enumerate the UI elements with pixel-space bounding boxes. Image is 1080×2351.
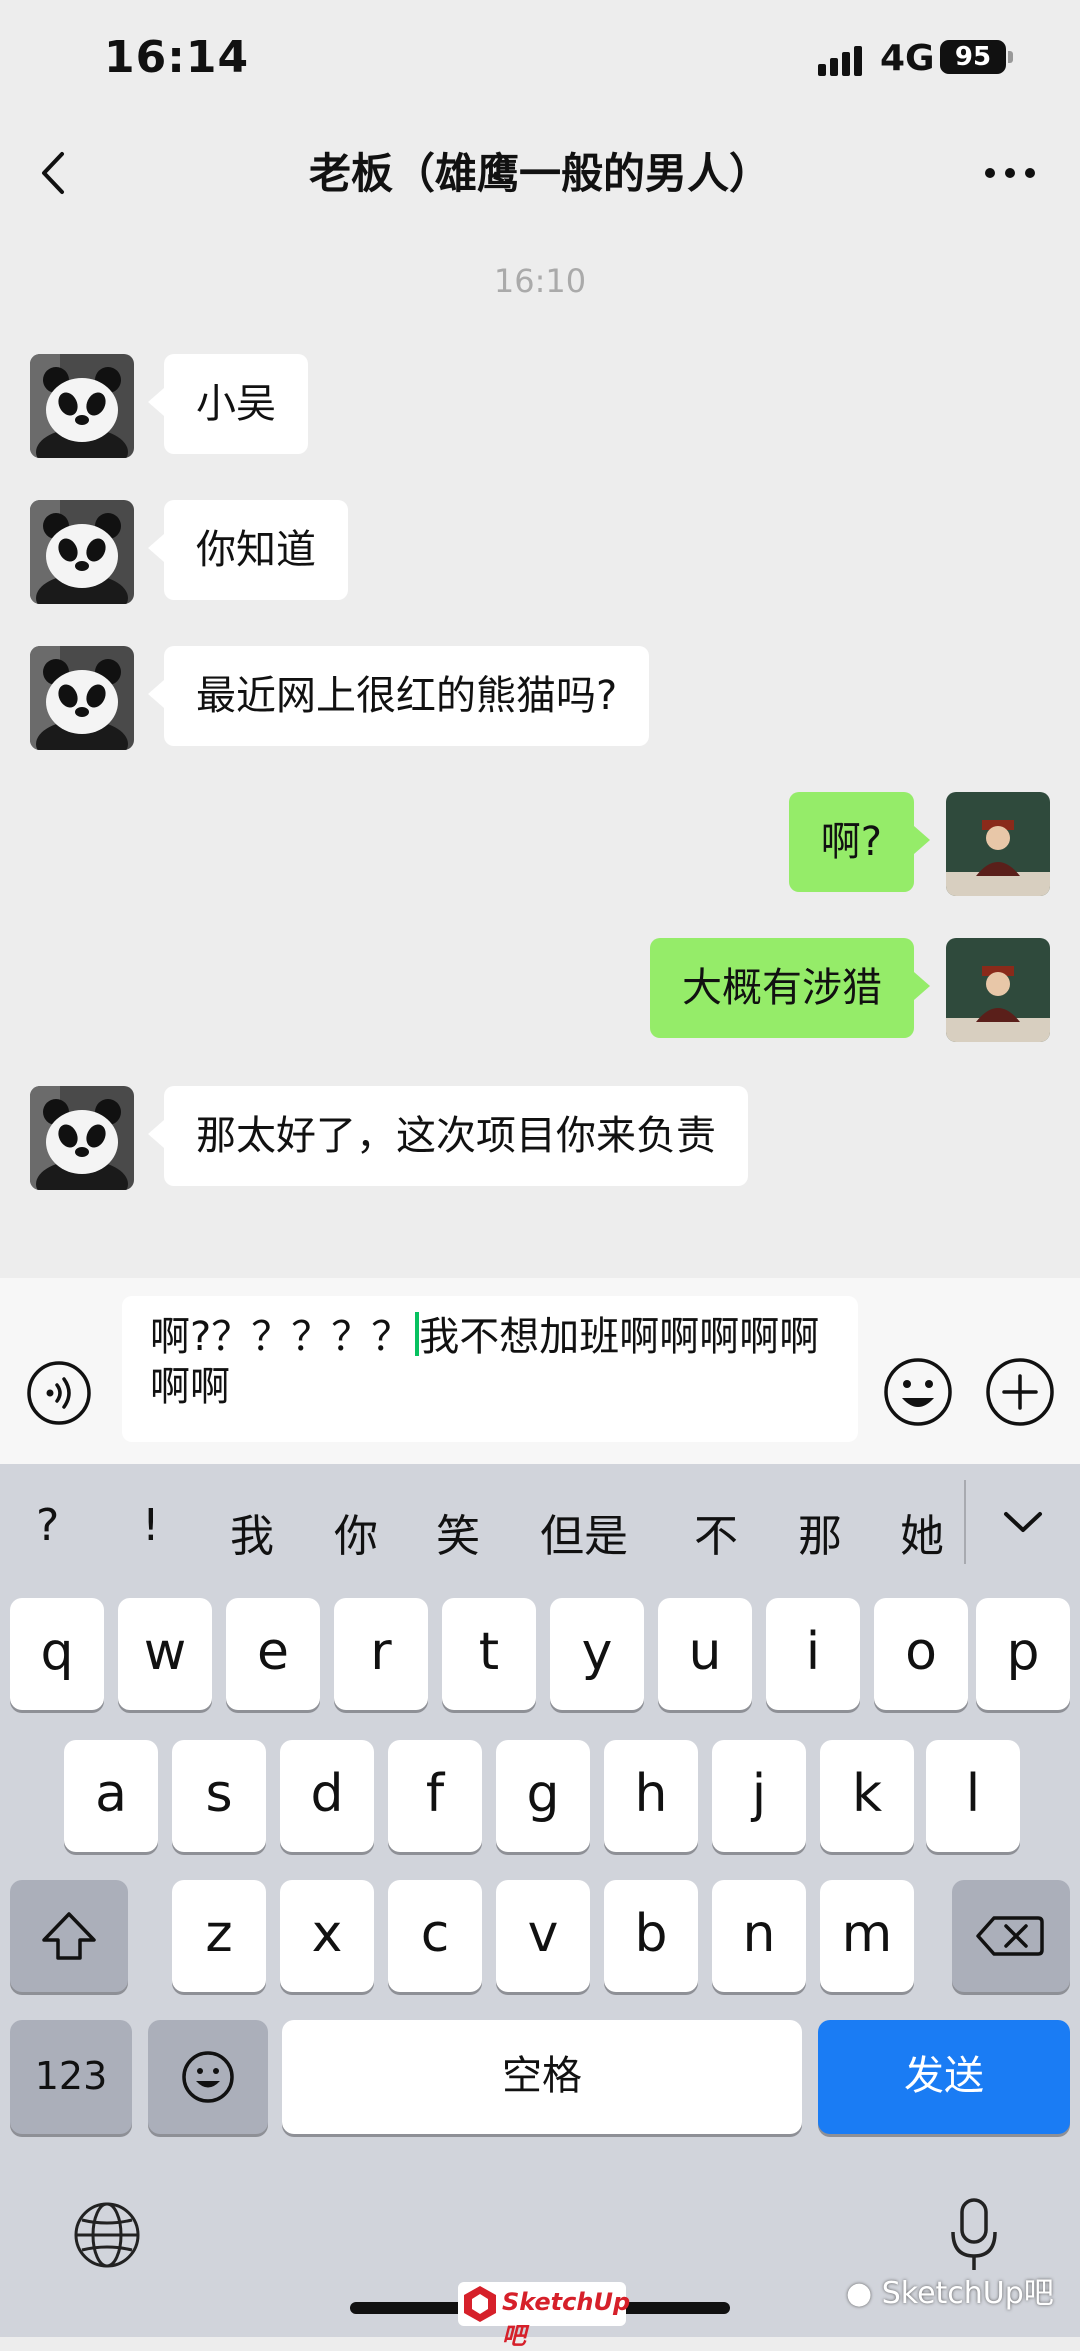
emoji-icon xyxy=(182,2051,234,2103)
emoji-key[interactable] xyxy=(148,2020,268,2134)
key-q[interactable]: q xyxy=(10,1598,104,1710)
chevron-left-icon[interactable] xyxy=(30,148,80,198)
key-p[interactable]: p xyxy=(976,1598,1070,1710)
key-o[interactable]: o xyxy=(874,1598,968,1710)
key-l[interactable]: l xyxy=(926,1740,1020,1852)
key-v[interactable]: v xyxy=(496,1880,590,1992)
key-c[interactable]: c xyxy=(388,1880,482,1992)
message-bubble-incoming[interactable]: 最近网上很红的熊猫吗? xyxy=(164,646,650,746)
key-u[interactable]: u xyxy=(658,1598,752,1710)
key-n[interactable]: n xyxy=(712,1880,806,1992)
candidate-word[interactable]: 她 xyxy=(900,1500,944,1564)
space-key[interactable]: 空格 xyxy=(282,2020,802,2134)
voice-input-icon[interactable] xyxy=(26,1360,92,1426)
plus-icon[interactable] xyxy=(984,1356,1056,1428)
key-w[interactable]: w xyxy=(118,1598,212,1710)
message-bubble-outgoing[interactable]: 啊? xyxy=(788,792,914,892)
contact-avatar[interactable] xyxy=(30,500,134,604)
numbers-key[interactable]: 123 xyxy=(10,2020,132,2134)
message-bubble-incoming[interactable]: 你知道 xyxy=(164,500,348,600)
candidate-word[interactable]: 我 xyxy=(230,1500,274,1564)
key-i[interactable]: i xyxy=(766,1598,860,1710)
battery-tip xyxy=(1008,51,1013,63)
wechat-icon: ● xyxy=(846,2276,873,2311)
key-b[interactable]: b xyxy=(604,1880,698,1992)
cellular-signal-icon xyxy=(818,46,862,76)
key-t[interactable]: t xyxy=(442,1598,536,1710)
panda-icon xyxy=(30,354,134,458)
key-g[interactable]: g xyxy=(496,1740,590,1852)
network-type: 4G xyxy=(880,38,935,79)
key-k[interactable]: k xyxy=(820,1740,914,1852)
key-x[interactable]: x xyxy=(280,1880,374,1992)
bubble-tail xyxy=(148,680,164,708)
status-time: 16:14 xyxy=(104,32,250,83)
key-d[interactable]: d xyxy=(280,1740,374,1852)
candidate-word[interactable]: 那 xyxy=(798,1500,842,1564)
candidate-word[interactable]: ? xyxy=(36,1500,59,1551)
key-a[interactable]: a xyxy=(64,1740,158,1852)
watermark-logo-text: SketchUp吧 xyxy=(502,2288,631,2350)
sketchup-cube-icon xyxy=(464,2286,496,2322)
contact-avatar[interactable] xyxy=(30,646,134,750)
watermark-account: ● SketchUp吧 xyxy=(846,2268,1054,2312)
my-avatar[interactable] xyxy=(946,938,1050,1042)
person-icon xyxy=(946,938,1050,1042)
bubble-tail xyxy=(148,1120,164,1148)
panda-icon xyxy=(30,1086,134,1190)
message-bubble-outgoing[interactable]: 大概有涉猎 xyxy=(650,938,914,1038)
key-h[interactable]: h xyxy=(604,1740,698,1852)
watermark-account-text: SketchUp吧 xyxy=(881,2276,1054,2311)
watermark-logo: SketchUp吧 xyxy=(458,2282,630,2350)
message-bubble-incoming[interactable]: 那太好了，这次项目你来负责 xyxy=(164,1086,748,1186)
send-key[interactable]: 发送 xyxy=(818,2020,1070,2134)
chevron-down-icon[interactable] xyxy=(1002,1508,1044,1536)
shift-key[interactable] xyxy=(10,1880,128,1992)
message-bubble-incoming[interactable]: 小吴 xyxy=(164,354,308,454)
message-input-text[interactable]: 啊?？？？？？ 我不想加班啊啊啊啊啊啊啊 xyxy=(150,1312,840,1412)
key-r[interactable]: r xyxy=(334,1598,428,1710)
key-y[interactable]: y xyxy=(550,1598,644,1710)
candidate-word[interactable]: ! xyxy=(142,1500,160,1551)
chat-title: 老板（雄鹰一般的男人） xyxy=(308,149,771,198)
key-j[interactable]: j xyxy=(712,1740,806,1852)
battery-level: 95 xyxy=(940,40,1006,74)
bubble-tail xyxy=(914,972,930,1000)
more-dots-icon[interactable] xyxy=(980,158,1040,188)
panda-icon xyxy=(30,500,134,604)
candidate-word[interactable]: 但是 xyxy=(540,1500,628,1564)
candidate-word[interactable]: 不 xyxy=(694,1500,738,1564)
backspace-icon xyxy=(976,1916,1044,1956)
key-m[interactable]: m xyxy=(820,1880,914,1992)
candidate-divider xyxy=(964,1480,966,1564)
globe-icon[interactable] xyxy=(72,2200,142,2270)
key-e[interactable]: e xyxy=(226,1598,320,1710)
candidate-word[interactable]: 笑 xyxy=(436,1500,480,1564)
microphone-icon[interactable] xyxy=(948,2196,1000,2276)
chat-timestamp: 16:10 xyxy=(493,262,587,300)
bubble-tail xyxy=(914,826,930,854)
shift-arrow-icon xyxy=(42,1912,96,1960)
my-avatar[interactable] xyxy=(946,792,1050,896)
bubble-tail xyxy=(148,534,164,562)
input-before-cursor: 啊?？？？？？ xyxy=(150,1314,412,1360)
person-icon xyxy=(946,792,1050,896)
emoji-icon[interactable] xyxy=(882,1356,954,1428)
contact-avatar[interactable] xyxy=(30,1086,134,1190)
key-f[interactable]: f xyxy=(388,1740,482,1852)
bubble-tail xyxy=(148,388,164,416)
candidate-word[interactable]: 你 xyxy=(334,1500,378,1564)
contact-avatar[interactable] xyxy=(30,354,134,458)
panda-icon xyxy=(30,646,134,750)
key-z[interactable]: z xyxy=(172,1880,266,1992)
backspace-key[interactable] xyxy=(952,1880,1070,1992)
key-s[interactable]: s xyxy=(172,1740,266,1852)
